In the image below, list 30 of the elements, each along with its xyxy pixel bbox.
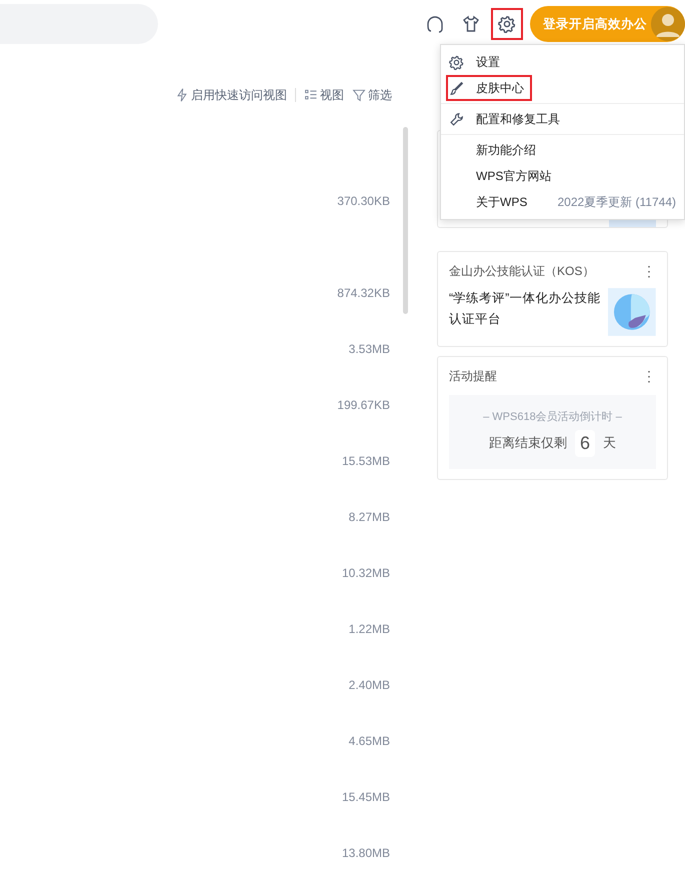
file-size: 3.53MB: [348, 342, 390, 356]
menu-item[interactable]: 设置: [441, 49, 684, 75]
menu-item[interactable]: 新功能介绍: [441, 137, 684, 163]
file-size: 874.32KB: [337, 286, 390, 300]
file-size: 4.65MB: [348, 734, 390, 748]
more-button[interactable]: ⋮: [642, 369, 656, 383]
file-size: 2.40MB: [348, 678, 390, 692]
file-size: 199.67KB: [337, 398, 390, 412]
menu-item[interactable]: 关于WPS 2022夏季更新 (11744): [441, 189, 684, 215]
file-size: 8.27MB: [348, 510, 390, 524]
file-size: 15.53MB: [342, 454, 390, 468]
filter-button[interactable]: 筛选: [352, 86, 392, 104]
card-title: 活动提醒: [449, 368, 497, 385]
quick-access-button[interactable]: 启用快速访问视图: [175, 86, 287, 104]
view-button[interactable]: 视图: [304, 86, 344, 104]
menu-item[interactable]: 配置和修复工具: [441, 106, 684, 132]
file-size: 370.30KB: [337, 194, 390, 208]
countdown-label: 距离结束仅剩: [488, 434, 567, 452]
file-size: 1.22MB: [348, 622, 390, 636]
countdown-subtitle: – WPS618会员活动倒计时 –: [482, 410, 623, 425]
days-count: 6: [574, 430, 595, 456]
file-size: 10.32MB: [342, 566, 390, 580]
more-button[interactable]: ⋮: [642, 264, 656, 278]
menu-item[interactable]: 皮肤中心: [446, 75, 532, 101]
days-unit: 天: [603, 434, 616, 452]
card-title: 金山办公技能认证（KOS）: [449, 263, 594, 280]
menu-item[interactable]: WPS官方网站: [441, 163, 684, 189]
file-size: 13.80MB: [342, 846, 390, 860]
file-size: 15.45MB: [342, 790, 390, 804]
card-text: “学练考评”一体化办公技能认证平台: [449, 290, 602, 328]
